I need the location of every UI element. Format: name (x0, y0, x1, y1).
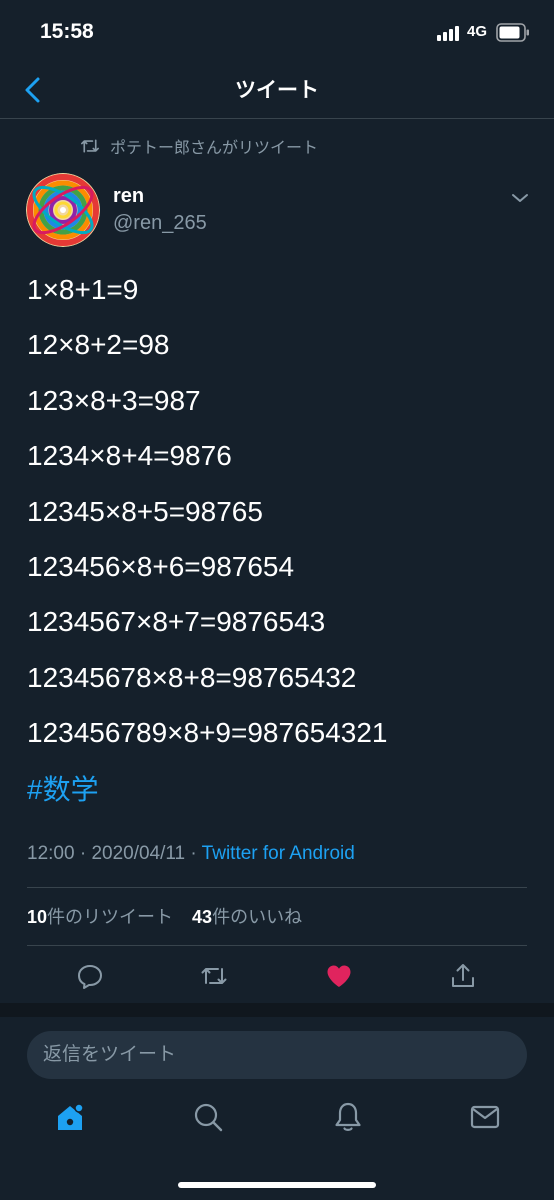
retweet-icon[interactable] (200, 962, 228, 990)
share-icon[interactable] (449, 962, 477, 990)
tweet-stats: 10件のリツイート 43件のいいね (27, 903, 302, 929)
tweet-line: 12345×8+5=98765 (27, 495, 263, 527)
tweet-line: 123×8+3=987 (27, 384, 201, 416)
bottom-tab-bar (0, 1095, 554, 1150)
tweet-line: 12×8+2=98 (27, 329, 170, 361)
page-title: ツイート (235, 79, 319, 102)
status-time: 15:58 (40, 20, 94, 43)
battery-icon (496, 23, 529, 42)
chevron-down-icon[interactable] (508, 186, 532, 210)
home-indicator (178, 1182, 376, 1188)
retweets-count: 10 (27, 907, 48, 927)
tweet-line: 1234×8+4=9876 (27, 440, 232, 472)
likes-stat[interactable]: 43件のいいね (192, 903, 302, 929)
tweet-line: 1×8+1=9 (27, 274, 139, 305)
tweet-line: 12345678×8+8=98765432 (27, 661, 357, 693)
tweet-line: 1234567×8+7=9876543 (27, 606, 326, 638)
signal-icon (437, 25, 463, 41)
home-icon[interactable] (54, 1101, 86, 1133)
network-type: 4G (467, 23, 488, 40)
reply-icon[interactable] (76, 962, 104, 990)
tweet-text: 1×8+1=9 12×8+2=98 123×8+3=987 1234×8+4=9… (27, 270, 388, 769)
divider (27, 887, 527, 888)
reply-input[interactable]: 返信をツイート (27, 1031, 527, 1079)
tweet-meta: 12:00 · 2020/04/11 · Twitter for Android (27, 843, 355, 865)
author-name[interactable]: ren (113, 185, 144, 208)
tweet-line: 123456789×8+9=987654321 (27, 717, 388, 749)
retweet-small-icon (81, 139, 99, 153)
tweet-line: 123456×8+6=987654 (27, 550, 295, 582)
tweet-detail-screen: 15:58 4G ツイート ポテトー郎さんがリツイート ren @ren_265… (0, 0, 554, 1200)
divider (27, 945, 527, 946)
tweet-action-bar (0, 954, 554, 998)
author-handle[interactable]: @ren_265 (113, 212, 207, 235)
notifications-icon[interactable] (332, 1101, 364, 1133)
search-icon[interactable] (192, 1101, 224, 1133)
tweet-source-link[interactable]: Twitter for Android (202, 843, 355, 864)
avatar-image (26, 173, 100, 247)
status-bar: 15:58 4G (0, 0, 554, 66)
section-gap (0, 1003, 554, 1017)
tweet-date: 2020/04/11 (91, 843, 186, 864)
meta-separator: · (185, 843, 202, 864)
avatar[interactable] (26, 173, 100, 247)
meta-separator: · (74, 843, 92, 864)
retweets-label: 件のリツイート (47, 907, 174, 927)
tweet-time: 12:00 (27, 843, 75, 864)
likes-count: 43 (192, 907, 213, 927)
nav-header: ツイート (0, 66, 554, 119)
retweets-stat[interactable]: 10件のリツイート (27, 903, 173, 929)
retweet-context[interactable]: ポテトー郎さんがリツイート (80, 135, 318, 157)
like-icon[interactable] (325, 962, 353, 990)
messages-icon[interactable] (469, 1101, 501, 1133)
hashtag-link[interactable]: #数学 (27, 768, 99, 808)
retweet-context-label: ポテトー郎さんがリツイート (110, 140, 319, 157)
likes-label: 件のいいね (212, 907, 303, 927)
